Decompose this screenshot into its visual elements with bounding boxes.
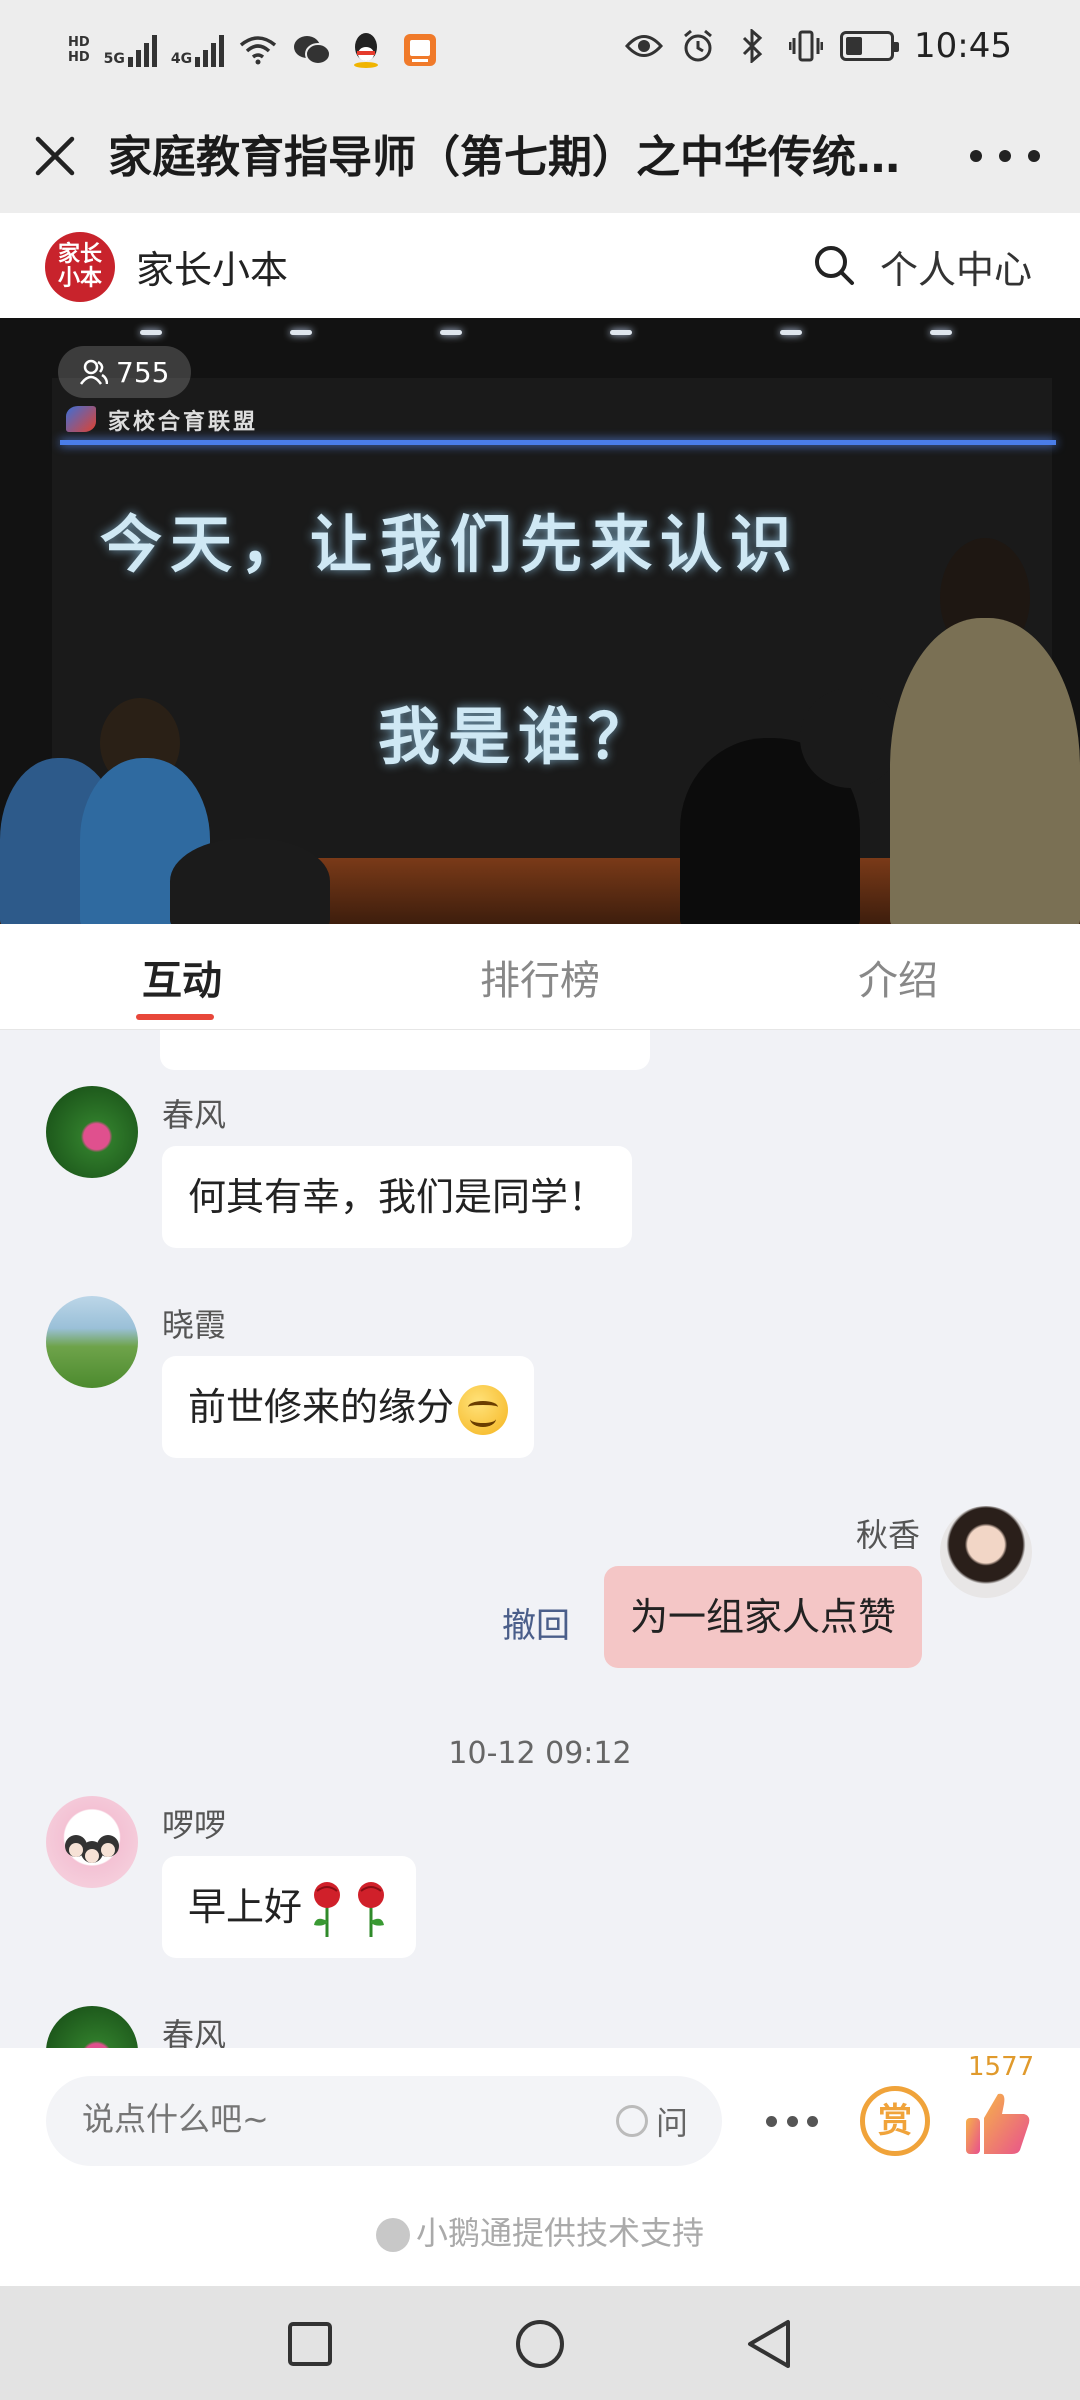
message-timestamp: 10-12 09:12 xyxy=(448,1736,632,1771)
search-icon[interactable] xyxy=(812,243,856,287)
alarm-icon xyxy=(678,26,718,66)
avatar[interactable] xyxy=(46,2006,138,2048)
sender-name: 晓霞 xyxy=(162,1306,227,1344)
avatar[interactable] xyxy=(46,1086,138,1178)
vibrate-icon xyxy=(786,26,826,66)
system-nav-bar xyxy=(0,2286,1080,2400)
live-video[interactable]: 家校合育联盟 今天，让我们先来认识 我是谁？ 755 xyxy=(0,318,1080,924)
viewer-count-badge: 755 xyxy=(58,346,192,398)
school-name: 家校合育联盟 xyxy=(108,409,259,435)
sender-name: 春风 xyxy=(162,2016,227,2048)
tab-ranking[interactable]: 排行榜 xyxy=(480,948,600,1006)
powered-by: 小鹅通提供技术支持 xyxy=(0,2208,1080,2254)
tab-bar: 互动 排行榜 介绍 xyxy=(0,924,1080,1030)
rose-emoji-icon xyxy=(358,1881,385,1937)
slide-line-2: 我是谁？ xyxy=(378,700,659,773)
more-icon[interactable] xyxy=(970,141,1040,171)
avatar[interactable] xyxy=(940,1506,1032,1598)
wifi-icon xyxy=(238,30,278,70)
xiaoe-logo-icon xyxy=(375,2218,410,2252)
rose-emoji-icon xyxy=(314,1881,341,1937)
sender-name: 啰啰 xyxy=(162,1806,227,1844)
back-icon[interactable] xyxy=(742,2316,798,2372)
school-logo-icon xyxy=(66,406,96,432)
smile-emoji-icon xyxy=(458,1384,509,1435)
app-notification-icon xyxy=(400,30,440,70)
my-message-bubble[interactable]: 为一组家人点赞 xyxy=(603,1566,922,1668)
message-text: 前世修来的缘分 xyxy=(188,1385,455,1429)
close-icon[interactable] xyxy=(28,129,82,183)
powered-by-text: 小鹅通提供技术支持 xyxy=(415,2214,704,2252)
page-title: 家庭教育指导师（第七期）之中华传统… xyxy=(108,132,900,183)
more-options-icon[interactable] xyxy=(766,2116,818,2128)
hd-label-2: HD xyxy=(68,50,90,65)
signal-4g-icon: 4G xyxy=(170,33,225,67)
status-bar: HD HD 5G 4G 10:45 xyxy=(0,0,1080,105)
bluetooth-icon xyxy=(732,26,772,66)
like-count: 1577 xyxy=(968,2052,1035,2082)
presenter-coat xyxy=(890,618,1080,924)
avatar[interactable] xyxy=(46,1296,138,1388)
logo-text-top: 家长 xyxy=(57,242,102,267)
profile-link[interactable]: 个人中心 xyxy=(880,239,1032,294)
network-5g-label: 5G xyxy=(103,51,125,67)
logo-text-bottom: 小本 xyxy=(57,266,102,291)
message-text: 早上好 xyxy=(188,1885,303,1929)
message-bubble[interactable]: 早上好 xyxy=(162,1856,417,1958)
app-header: 家长 小本 家长小本 个人中心 xyxy=(0,213,1080,318)
qq-icon xyxy=(346,30,386,70)
recall-button[interactable]: 撤回 xyxy=(502,1598,570,1647)
message-bubble[interactable]: 前世修来的缘分 xyxy=(162,1356,535,1458)
viewers-icon xyxy=(80,359,108,385)
chair xyxy=(170,838,330,924)
brand-logo[interactable]: 家长 小本 xyxy=(45,232,115,302)
slide-line-1: 今天，让我们先来认识 xyxy=(100,508,801,581)
ask-question-toggle[interactable]: 问 xyxy=(615,2098,688,2144)
sender-name: 春风 xyxy=(162,1096,227,1134)
previous-message-bubble xyxy=(160,1030,650,1070)
hd-icon: HD HD xyxy=(68,35,90,65)
comment-input-wrapper[interactable]: 问 xyxy=(46,2076,722,2166)
wechat-icon xyxy=(292,30,332,70)
audience-head xyxy=(800,688,900,788)
tab-intro[interactable]: 介绍 xyxy=(858,948,938,1006)
active-tab-indicator xyxy=(136,1014,214,1020)
comment-input[interactable] xyxy=(82,2100,582,2138)
sender-name: 秋香 xyxy=(855,1516,920,1554)
avatar-cartoon-icon xyxy=(65,1835,119,1863)
chat-list[interactable]: 春风 何其有幸，我们是同学！ 晓霞 前世修来的缘分 秋香 撤回 为一组家人点赞 … xyxy=(0,1030,1080,2048)
clock: 10:45 xyxy=(914,26,1012,66)
ask-radio-icon[interactable] xyxy=(615,2105,648,2137)
title-bar: 家庭教育指导师（第七期）之中华传统… xyxy=(0,105,1080,213)
home-icon[interactable] xyxy=(512,2316,568,2372)
screen-divider xyxy=(60,440,1056,445)
eye-icon xyxy=(624,26,664,66)
status-right: 10:45 xyxy=(624,26,1012,66)
brand-name[interactable]: 家长小本 xyxy=(136,239,288,294)
signal-5g-icon: 5G xyxy=(104,33,157,67)
viewer-count: 755 xyxy=(116,355,170,389)
comment-bar: 问 赏 1577 小鹅通提供技术支持 xyxy=(0,2048,1080,2286)
recent-apps-icon[interactable] xyxy=(282,2316,338,2372)
hd-label-1: HD xyxy=(68,35,90,50)
reward-button[interactable]: 赏 xyxy=(860,2086,930,2156)
status-left: HD HD 5G 4G xyxy=(68,30,440,70)
ask-label: 问 xyxy=(655,2104,688,2142)
message-bubble[interactable]: 何其有幸，我们是同学！ xyxy=(162,1146,633,1248)
battery-icon xyxy=(840,31,900,61)
network-4g-label: 4G xyxy=(170,51,193,67)
tab-interaction[interactable]: 互动 xyxy=(142,948,222,1006)
thumbs-up-icon[interactable] xyxy=(962,2088,1034,2160)
avatar[interactable] xyxy=(46,1796,138,1888)
